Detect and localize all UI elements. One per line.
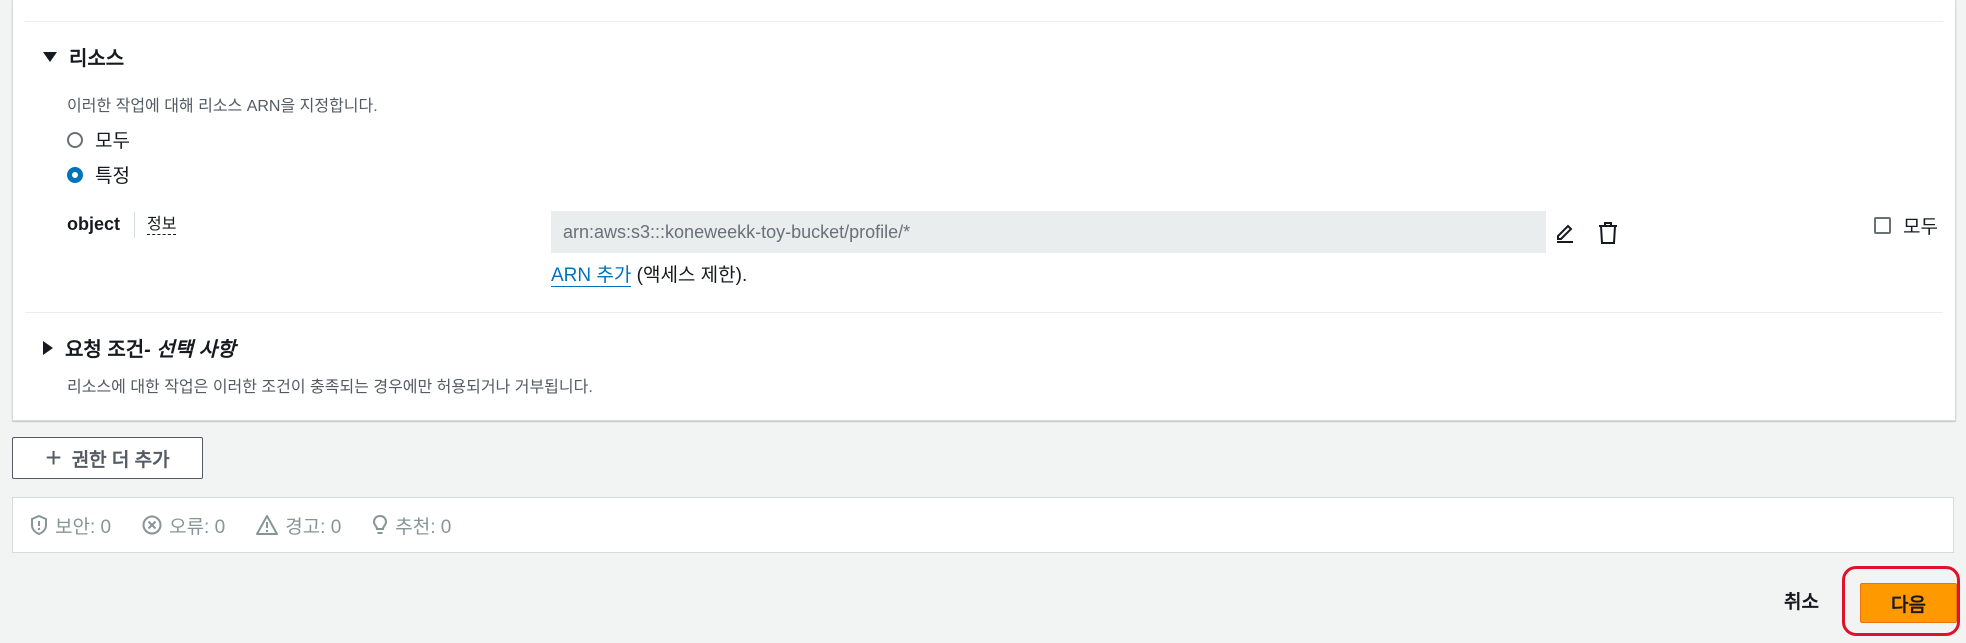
add-arn-link[interactable]: ARN 추가	[551, 265, 632, 287]
caret-right-icon	[43, 340, 53, 355]
conditions-optional: - 선택 사항	[144, 339, 236, 361]
caret-down-icon	[43, 51, 57, 62]
add-arn-row: ARN 추가 (액세스 제한).	[551, 260, 747, 287]
warning-triangle-icon	[256, 515, 279, 535]
vertical-separator	[134, 212, 135, 238]
resources-section-toggle[interactable]: 리소스	[43, 42, 124, 71]
suggestions-status[interactable]: 추천: 0	[371, 512, 451, 539]
edit-icon[interactable]	[1554, 222, 1576, 244]
radio-all[interactable]: 모두	[67, 126, 130, 153]
errors-status[interactable]: 오류: 0	[141, 512, 225, 539]
permissions-panel: 리소스 이러한 작업에 대해 리소스 ARN을 지정합니다. 모두 특정 obj…	[12, 0, 1956, 421]
object-label: object	[67, 214, 121, 234]
trash-icon[interactable]	[1597, 221, 1619, 245]
resources-description: 이러한 작업에 대해 리소스 ARN을 지정합니다.	[67, 98, 378, 115]
security-status[interactable]: 보안: 0	[29, 512, 111, 539]
radio-specific[interactable]: 특정	[67, 161, 130, 188]
all-checkbox-label: 모두	[1903, 217, 1938, 238]
arn-input[interactable]: arn:aws:s3:::koneweekk-toy-bucket/profil…	[551, 211, 1546, 253]
radio-specific-control[interactable]	[67, 166, 83, 183]
radio-all-label: 모두	[95, 131, 130, 152]
suggestions-count: 추천: 0	[395, 516, 452, 538]
cancel-button[interactable]: 취소	[1778, 586, 1825, 615]
radio-specific-label: 특정	[95, 166, 130, 187]
warnings-count: 경고: 0	[285, 516, 342, 538]
conditions-section-toggle[interactable]: 요청 조건 - 선택 사항	[43, 333, 236, 362]
next-button[interactable]: 다음	[1860, 583, 1957, 623]
checkbox-control[interactable]	[1874, 217, 1891, 234]
error-circle-icon	[142, 515, 162, 535]
info-link[interactable]: 정보	[147, 216, 177, 235]
errors-count: 오류: 0	[169, 516, 226, 538]
radio-all-control[interactable]	[67, 131, 83, 148]
lightbulb-icon	[373, 514, 388, 534]
conditions-description: 리소스에 대한 작업은 이러한 조건이 충족되는 경우에만 허용되거나 거부됩니…	[67, 379, 593, 396]
shield-icon	[31, 514, 47, 536]
warnings-status[interactable]: 경고: 0	[255, 512, 341, 539]
resources-heading: 리소스	[69, 48, 125, 70]
add-more-permissions-button[interactable]: + 권한 더 추가	[12, 437, 203, 479]
add-arn-suffix: (액세스 제한).	[631, 265, 748, 286]
divider	[25, 312, 1943, 313]
all-resources-checkbox[interactable]: 모두	[1874, 212, 1938, 239]
conditions-heading: 요청 조건	[65, 339, 145, 361]
plus-icon: +	[45, 442, 62, 473]
divider	[25, 21, 1943, 22]
add-more-permissions-label: 권한 더 추가	[71, 449, 170, 471]
validation-status-bar: 보안: 0 오류: 0 경고: 0 추천: 0	[12, 497, 1954, 553]
security-count: 보안: 0	[55, 516, 112, 538]
